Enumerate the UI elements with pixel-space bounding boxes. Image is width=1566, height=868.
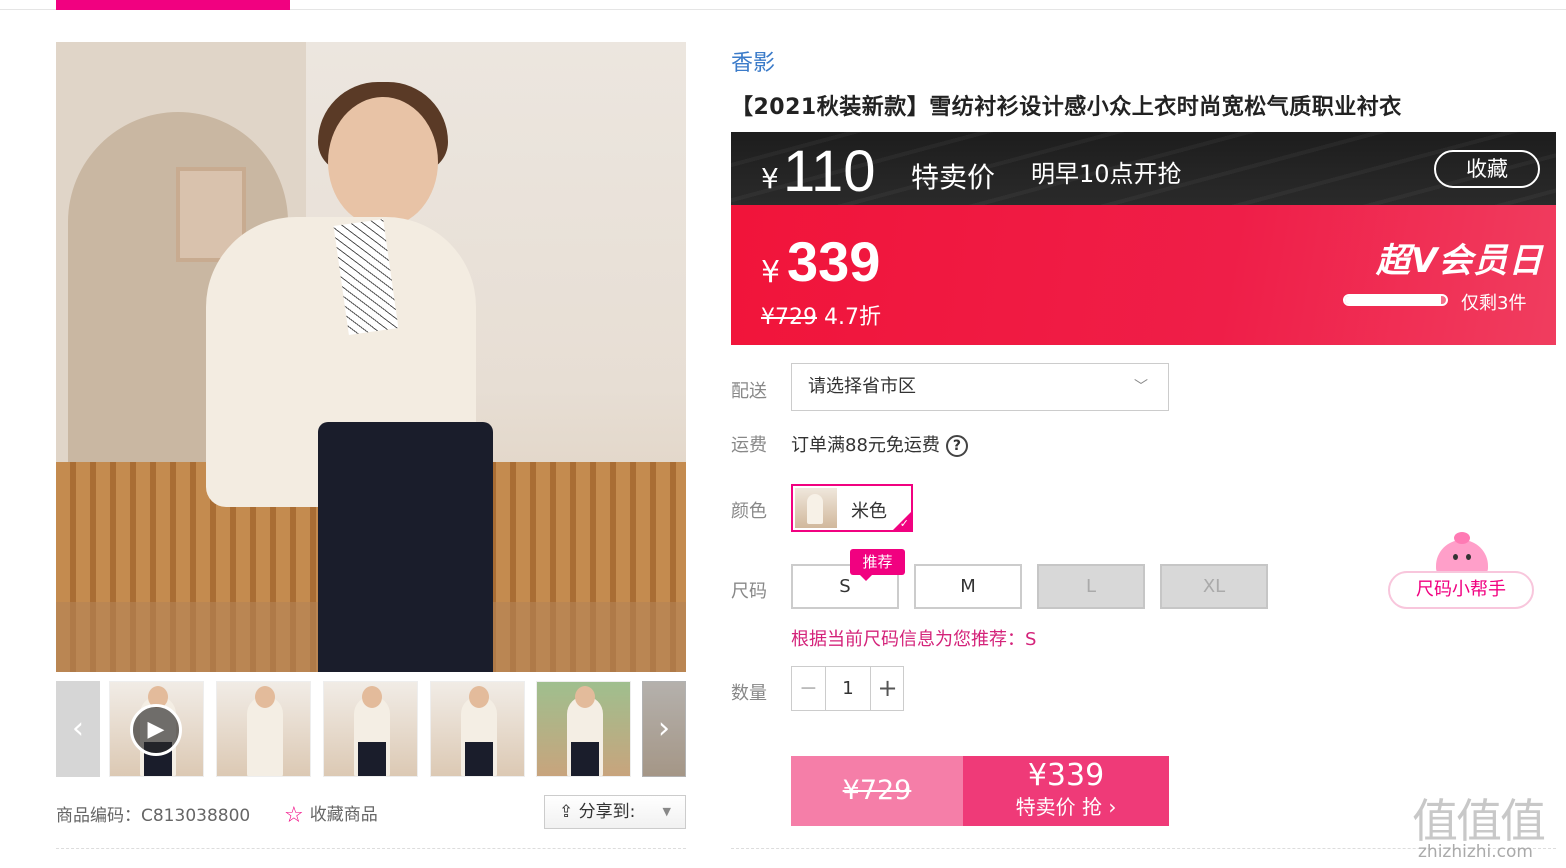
recommend-tag: 推荐 bbox=[850, 549, 905, 581]
color-swatch bbox=[795, 488, 837, 528]
main-product-image[interactable]: ⌕ bbox=[56, 42, 686, 672]
flash-sale-label: 特卖价 bbox=[911, 161, 996, 194]
currency-symbol: ¥ bbox=[761, 162, 779, 195]
caret-down-icon: ▼ bbox=[662, 805, 671, 818]
share-icon: ⇪ bbox=[559, 802, 579, 822]
thumbnail-video[interactable]: ▶ bbox=[109, 681, 204, 777]
shipping-fee-label: 运费 bbox=[731, 435, 767, 456]
active-nav-indicator bbox=[56, 0, 290, 10]
stock-remaining: 仅剩3件 bbox=[1461, 293, 1527, 314]
chevron-left-icon[interactable]: ‹ bbox=[56, 681, 100, 777]
flash-sale-banner: ¥ 110 特卖价 明早10点开抢 收藏 bbox=[731, 132, 1556, 205]
favorite-product-link[interactable]: ☆ 收藏商品 bbox=[284, 800, 378, 828]
quantity-label: 数量 bbox=[731, 683, 767, 704]
minus-icon[interactable]: − bbox=[792, 667, 826, 710]
size-recommendation: 根据当前尺码信息为您推荐：S bbox=[791, 629, 1037, 650]
currency-symbol: ¥ bbox=[761, 255, 781, 290]
discount-rate: 4.7折 bbox=[824, 305, 881, 330]
buy-action[interactable]: ¥339 特卖价 抢 › bbox=[963, 756, 1169, 826]
event-label: 超V会员日 bbox=[1376, 241, 1544, 281]
size-option-xl: XL bbox=[1160, 564, 1268, 609]
member-price: 339 bbox=[787, 230, 881, 293]
brand-link[interactable]: 香影 bbox=[731, 45, 775, 77]
stock-progress-bar bbox=[1343, 294, 1448, 306]
flash-sale-start-time: 明早10点开抢 bbox=[1031, 160, 1182, 188]
chevron-right-icon[interactable]: › bbox=[642, 681, 686, 777]
buy-price: ¥339 bbox=[1027, 758, 1105, 793]
buy-label: 特卖价 抢 › bbox=[1015, 795, 1117, 819]
size-option-l: L bbox=[1037, 564, 1145, 609]
help-icon[interactable]: ? bbox=[945, 435, 968, 457]
size-label: 尺码 bbox=[731, 581, 767, 602]
color-option-selected[interactable]: 米色 ✓ bbox=[791, 484, 913, 532]
flash-sale-price: 110 bbox=[783, 139, 876, 204]
buy-button[interactable]: ¥729 ¥339 特卖价 抢 › bbox=[791, 756, 1169, 826]
thumbnail-strip: ‹ ▶ › bbox=[56, 681, 686, 777]
thumbnail[interactable] bbox=[536, 681, 631, 777]
original-price: ¥729 bbox=[761, 305, 817, 330]
product-title: 【2021秋装新款】雪纺衬衫设计感小众上衣时尚宽松气质职业衬衣 bbox=[731, 95, 1402, 120]
top-nav-bar bbox=[0, 0, 1566, 10]
chevron-down-icon: ﹀ bbox=[1134, 379, 1148, 395]
play-icon[interactable]: ▶ bbox=[130, 704, 182, 756]
thumbnail[interactable] bbox=[430, 681, 525, 777]
product-meta-row: 商品编码：C813038800 ☆ 收藏商品 ⇪ 分享到: ▼ bbox=[56, 795, 686, 829]
region-select[interactable]: 请选择省市区 ﹀ bbox=[791, 363, 1169, 411]
favorite-button[interactable]: 收藏 bbox=[1434, 150, 1540, 188]
color-label: 颜色 bbox=[731, 501, 767, 522]
share-dropdown[interactable]: ⇪ 分享到: ▼ bbox=[544, 795, 686, 829]
quantity-input[interactable]: 1 bbox=[826, 667, 870, 710]
member-price-banner: ¥ 339 ¥729 4.7折 超V会员日 仅剩3件 bbox=[731, 205, 1556, 345]
star-icon: ☆ bbox=[284, 803, 304, 828]
shipping-fee-text: 订单满88元免运费? bbox=[791, 431, 968, 457]
model-pants bbox=[318, 422, 493, 672]
thumbnail[interactable] bbox=[216, 681, 311, 777]
size-option-m[interactable]: M bbox=[914, 564, 1022, 609]
plus-icon[interactable]: + bbox=[870, 667, 904, 710]
thumbnail[interactable] bbox=[323, 681, 418, 777]
size-helper-button[interactable]: 尺码小帮手 bbox=[1388, 571, 1534, 609]
product-sku: 商品编码：C813038800 bbox=[56, 806, 251, 826]
buy-original-price: ¥729 bbox=[791, 756, 963, 826]
site-watermark-url: zhizhizhi.com bbox=[1418, 842, 1533, 862]
shipping-label: 配送 bbox=[731, 381, 767, 402]
original-price-row: ¥729 4.7折 bbox=[761, 299, 881, 331]
divider bbox=[56, 848, 686, 849]
quantity-stepper: − 1 + bbox=[791, 666, 904, 711]
